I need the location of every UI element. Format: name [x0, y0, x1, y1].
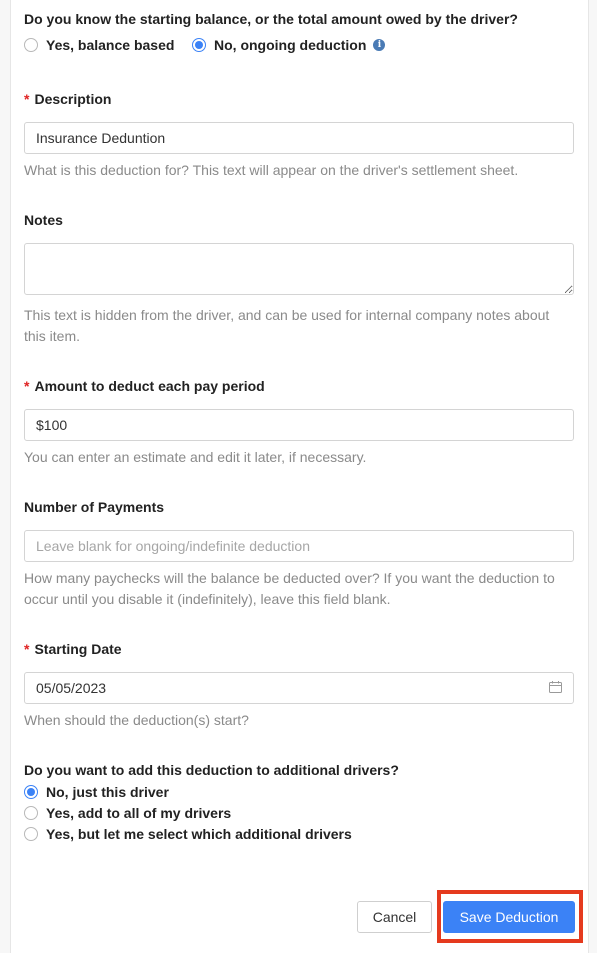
save-deduction-button[interactable]: Save Deduction	[443, 901, 575, 933]
radio-button[interactable]	[24, 38, 38, 52]
payments-help-text: How many paychecks will the balance be d…	[24, 570, 555, 607]
required-mark: *	[24, 91, 30, 107]
radio-button[interactable]	[24, 806, 38, 820]
radio-option-label: Yes, but let me select which additional …	[46, 826, 352, 842]
balance-question-label: Do you know the starting balance, or the…	[24, 11, 518, 27]
radio-option-ongoing-deduction[interactable]: No, ongoing deduction i	[192, 37, 386, 53]
calendar-icon[interactable]	[549, 681, 562, 693]
drivers-question-label: Do you want to add this deduction to add…	[24, 762, 399, 778]
amount-label: * Amount to deduct each pay period	[24, 378, 265, 394]
radio-option-all-drivers[interactable]: Yes, add to all of my drivers	[24, 805, 231, 821]
radio-option-label: No, ongoing deduction	[214, 37, 367, 53]
notes-help-text: This text is hidden from the driver, and…	[24, 307, 550, 344]
cancel-button[interactable]: Cancel	[357, 901, 432, 933]
radio-option-label: No, just this driver	[46, 784, 169, 800]
notes-textarea[interactable]	[24, 243, 574, 295]
radio-button[interactable]	[24, 827, 38, 841]
info-icon[interactable]: i	[373, 39, 386, 51]
payments-label: Number of Payments	[24, 499, 165, 515]
description-help-text: What is this deduction for? This text wi…	[24, 162, 519, 178]
deduction-form-panel: Do you know the starting balance, or the…	[10, 0, 589, 953]
start-date-field[interactable]	[24, 672, 574, 704]
description-input[interactable]	[24, 122, 574, 154]
start-date-input[interactable]	[24, 672, 574, 704]
start-date-label: * Starting Date	[24, 641, 122, 657]
required-mark: *	[24, 378, 30, 394]
description-label: * Description	[24, 91, 112, 107]
radio-option-select-drivers[interactable]: Yes, but let me select which additional …	[24, 826, 352, 842]
radio-button[interactable]	[24, 785, 38, 799]
radio-option-just-this-driver[interactable]: No, just this driver	[24, 784, 169, 800]
radio-option-label: Yes, add to all of my drivers	[46, 805, 232, 821]
amount-help-text: You can enter an estimate and edit it la…	[24, 449, 367, 465]
radio-option-label: Yes, balance based	[46, 37, 175, 53]
payments-input[interactable]	[24, 530, 574, 562]
radio-button[interactable]	[192, 38, 206, 52]
notes-label: Notes	[24, 212, 63, 228]
amount-input[interactable]	[24, 409, 574, 441]
start-date-help-text: When should the deduction(s) start?	[24, 712, 249, 728]
radio-option-balance-based[interactable]: Yes, balance based	[24, 37, 174, 53]
required-mark: *	[24, 641, 30, 657]
